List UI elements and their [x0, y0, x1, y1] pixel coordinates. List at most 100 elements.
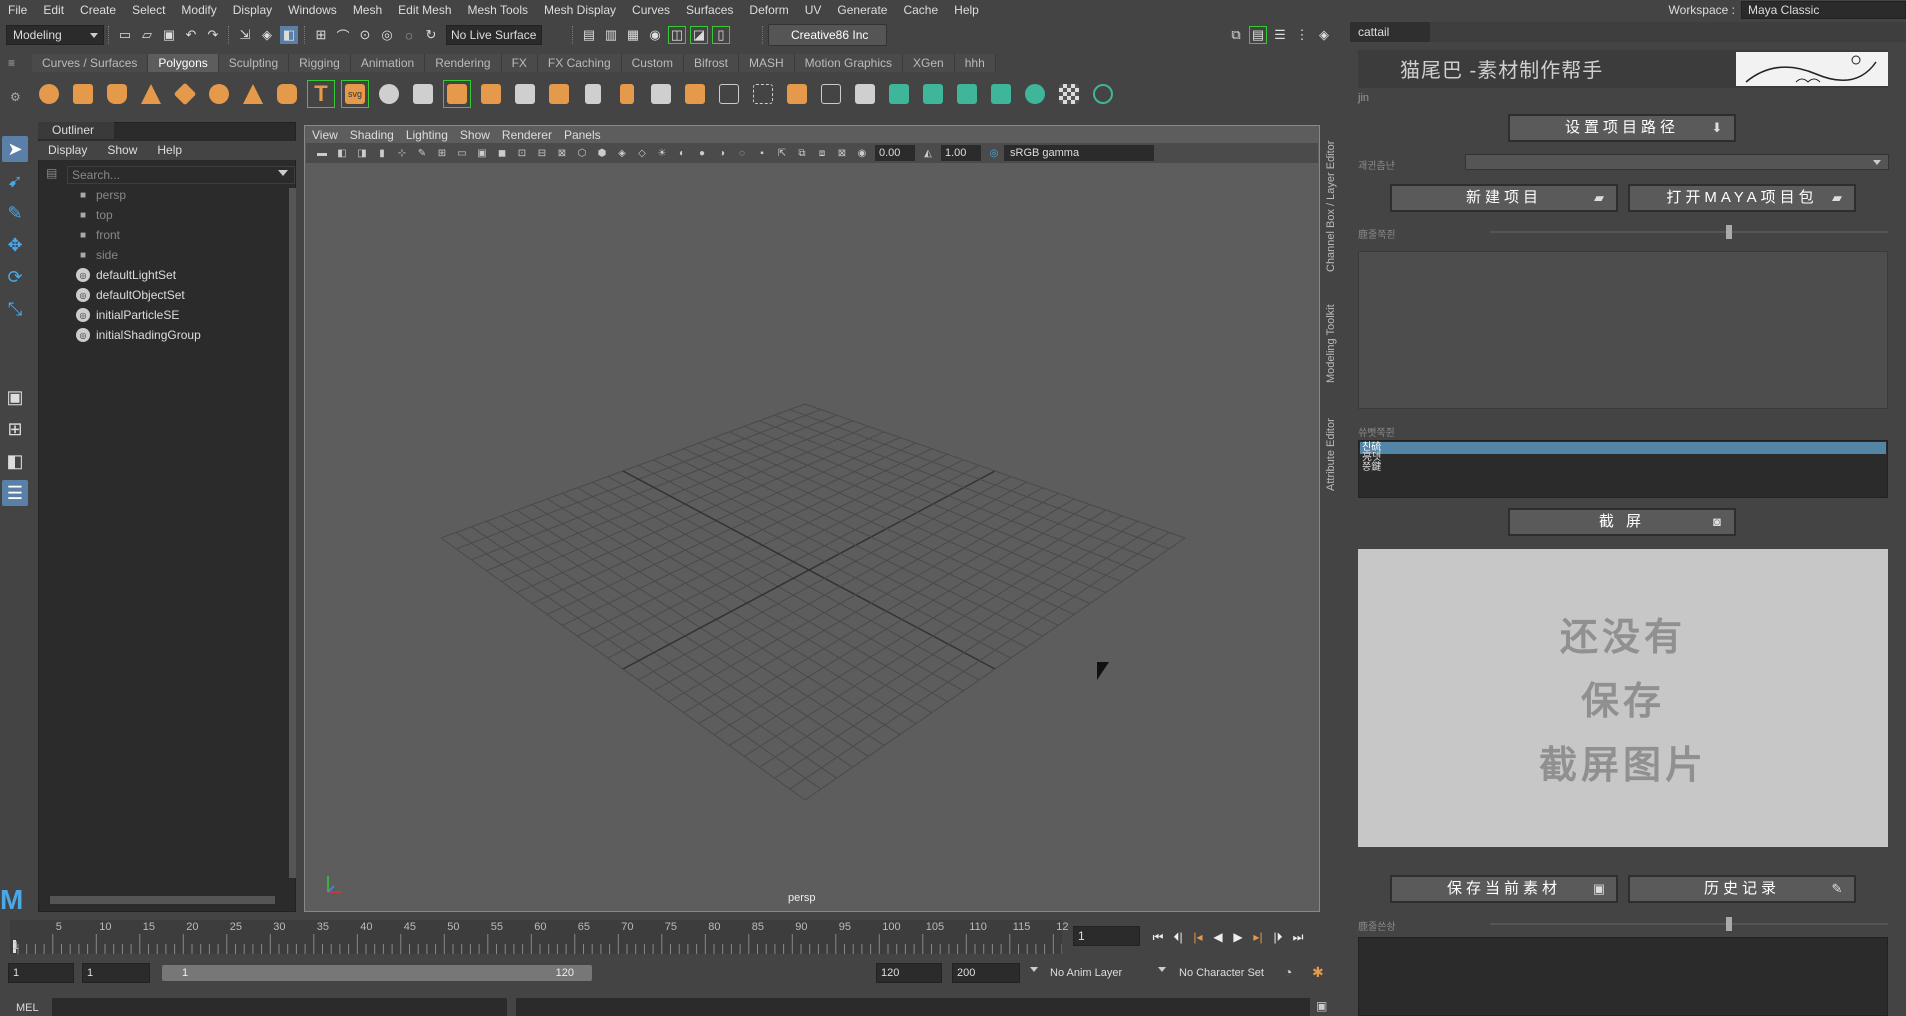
user-account-button[interactable]: Creative86 Inc — [768, 24, 888, 46]
playback-end-field[interactable]: 120 — [876, 963, 942, 983]
move-tool-icon[interactable]: ✥ — [2, 232, 28, 258]
select-hierarchy-icon[interactable]: ⇲ — [236, 26, 254, 44]
smooth-icon[interactable] — [477, 80, 505, 108]
outliner-filter-icon[interactable]: ▤ — [46, 166, 62, 182]
color-space-dropdown[interactable]: sRGB gamma — [1004, 145, 1154, 161]
render-settings-icon[interactable]: ◉ — [646, 26, 664, 44]
select-object-icon[interactable]: ◈ — [258, 26, 276, 44]
menu-deform[interactable]: Deform — [741, 0, 796, 20]
sidebar-toggle-icon[interactable]: ⧉ — [1227, 26, 1245, 44]
cattail-tab[interactable]: cattail — [1350, 22, 1430, 42]
outliner-horizontal-scrollbar[interactable] — [50, 896, 275, 904]
wireframe-on-shaded-icon[interactable]: ◈ — [615, 146, 629, 160]
folder-size-slider[interactable] — [1490, 225, 1888, 239]
outliner-tab[interactable]: Outliner — [38, 122, 114, 139]
auto-map-icon[interactable] — [1021, 80, 1049, 108]
rotate-tool-icon[interactable]: ⟳ — [2, 264, 28, 290]
light-editor-icon[interactable]: ▯ — [712, 26, 730, 44]
shelf-tab-animation[interactable]: Animation — [350, 54, 426, 72]
menu-select[interactable]: Select — [124, 0, 173, 20]
open-maya-package-button[interactable]: 打开MAYA项目包 ▰ — [1628, 184, 1856, 212]
character-set-label[interactable]: No Character Set — [1179, 967, 1264, 979]
asset-list[interactable] — [1358, 937, 1888, 1016]
shelf-tab-xgen[interactable]: XGen — [903, 54, 955, 72]
hypershade-icon[interactable]: ◫ — [668, 26, 686, 44]
separate-icon[interactable] — [409, 80, 437, 108]
insert-edge-loop-icon[interactable] — [647, 80, 675, 108]
cylindrical-map-icon[interactable] — [953, 80, 981, 108]
target-weld-icon[interactable] — [715, 80, 743, 108]
menu-modify[interactable]: Modify — [173, 0, 224, 20]
outliner-menu-display[interactable]: Display — [38, 141, 97, 160]
xray-active-icon[interactable]: ⧈ — [815, 146, 829, 160]
viewport-menu-show[interactable]: Show — [454, 126, 496, 144]
isolate-select-icon[interactable]: ⇱ — [775, 146, 789, 160]
snap-point-icon[interactable]: ⊙ — [356, 26, 374, 44]
outliner-vertical-scrollbar[interactable] — [289, 188, 296, 878]
outliner-item[interactable]: ◎ initialShadingGroup — [76, 326, 201, 344]
viewport-menu-view[interactable]: View — [306, 126, 344, 144]
go-to-start-icon[interactable]: ⏮ — [1148, 928, 1168, 946]
snap-grid-icon[interactable]: ⊞ — [312, 26, 330, 44]
outliner-item[interactable]: ◎ initialParticleSE — [76, 306, 179, 324]
outliner-item[interactable]: ◎ defaultLightSet — [76, 266, 176, 284]
safe-title-icon[interactable]: ⊠ — [555, 146, 569, 160]
menu-mesh-display[interactable]: Mesh Display — [536, 0, 624, 20]
folder-list[interactable] — [1358, 251, 1888, 409]
mel-label[interactable]: MEL — [16, 1002, 39, 1014]
poly-plane-icon[interactable] — [171, 80, 199, 108]
shelf-tab-fx-caching[interactable]: FX Caching — [537, 54, 622, 72]
slider-knob[interactable] — [1726, 225, 1732, 239]
mirror-icon[interactable] — [443, 80, 471, 108]
shadows-icon[interactable]: ◐ — [675, 146, 689, 160]
snap-surface-icon[interactable]: ◌ — [400, 26, 418, 44]
fill-hole-icon[interactable] — [681, 80, 709, 108]
menu-mesh-tools[interactable]: Mesh Tools — [460, 0, 536, 20]
use-all-lights-icon[interactable]: ☀ — [655, 146, 669, 160]
snap-view-icon[interactable]: ◎ — [378, 26, 396, 44]
outliner-item[interactable]: ◎ defaultObjectSet — [76, 286, 185, 304]
shelf-tab-mash[interactable]: MASH — [738, 54, 795, 72]
live-surface-field[interactable]: No Live Surface — [446, 25, 542, 45]
menu-windows[interactable]: Windows — [280, 0, 345, 20]
asset-size-slider[interactable] — [1490, 917, 1888, 931]
menu-set-dropdown[interactable]: Modeling — [6, 25, 104, 45]
ambient-occlusion-icon[interactable]: ● — [695, 146, 709, 160]
history-button[interactable]: 历史记录 ✎ — [1628, 875, 1856, 903]
poly-pyramid-icon[interactable] — [239, 80, 267, 108]
multi-cut-icon[interactable] — [613, 80, 641, 108]
new-scene-icon[interactable]: ▭ — [116, 26, 134, 44]
menu-file[interactable]: File — [0, 0, 35, 20]
select-tool-icon[interactable]: ➤ — [2, 136, 28, 162]
snap-pivot-icon[interactable]: ↻ — [422, 26, 440, 44]
outliner-item[interactable]: ■ persp — [76, 186, 126, 204]
uv-editor-icon[interactable] — [885, 80, 913, 108]
depth-of-field-icon[interactable]: ▪ — [755, 146, 769, 160]
outliner-menu-help[interactable]: Help — [147, 141, 192, 160]
scale-tool-icon[interactable]: ⤡ — [2, 296, 28, 322]
step-back-key-icon[interactable]: ⏴| — [1168, 928, 1188, 946]
shelf-tab-rigging[interactable]: Rigging — [289, 54, 351, 72]
image-plane-icon[interactable]: ▮ — [375, 146, 389, 160]
outliner-item[interactable]: ■ top — [76, 206, 113, 224]
open-scene-icon[interactable]: ▱ — [138, 26, 156, 44]
unfold-icon[interactable] — [1089, 80, 1117, 108]
anim-layer-chevron-icon[interactable] — [1030, 967, 1038, 972]
menu-edit-mesh[interactable]: Edit Mesh — [390, 0, 459, 20]
play-backwards-icon[interactable]: ◀ — [1208, 928, 1228, 946]
outliner-item[interactable]: ■ front — [76, 226, 120, 244]
combine-icon[interactable] — [375, 80, 403, 108]
render-view-icon[interactable]: ▤ — [580, 26, 598, 44]
new-project-button[interactable]: 新建项目 ▰ — [1390, 184, 1618, 212]
merge-icon[interactable] — [749, 80, 777, 108]
menu-edit[interactable]: Edit — [35, 0, 72, 20]
animation-start-field[interactable]: 1 — [8, 963, 74, 983]
motion-blur-icon[interactable]: ◑ — [715, 146, 729, 160]
gamma-icon[interactable]: ◭ — [921, 146, 935, 160]
anti-aliasing-icon[interactable]: ◌ — [735, 146, 749, 160]
attribute-toggle-icon[interactable]: ▤ — [1249, 26, 1267, 44]
viewport-menu-panels[interactable]: Panels — [558, 126, 607, 144]
redo-icon[interactable]: ↷ — [204, 26, 222, 44]
step-back-frame-icon[interactable]: |◂ — [1188, 928, 1208, 946]
color-management-icon[interactable]: ◎ — [987, 146, 1001, 160]
